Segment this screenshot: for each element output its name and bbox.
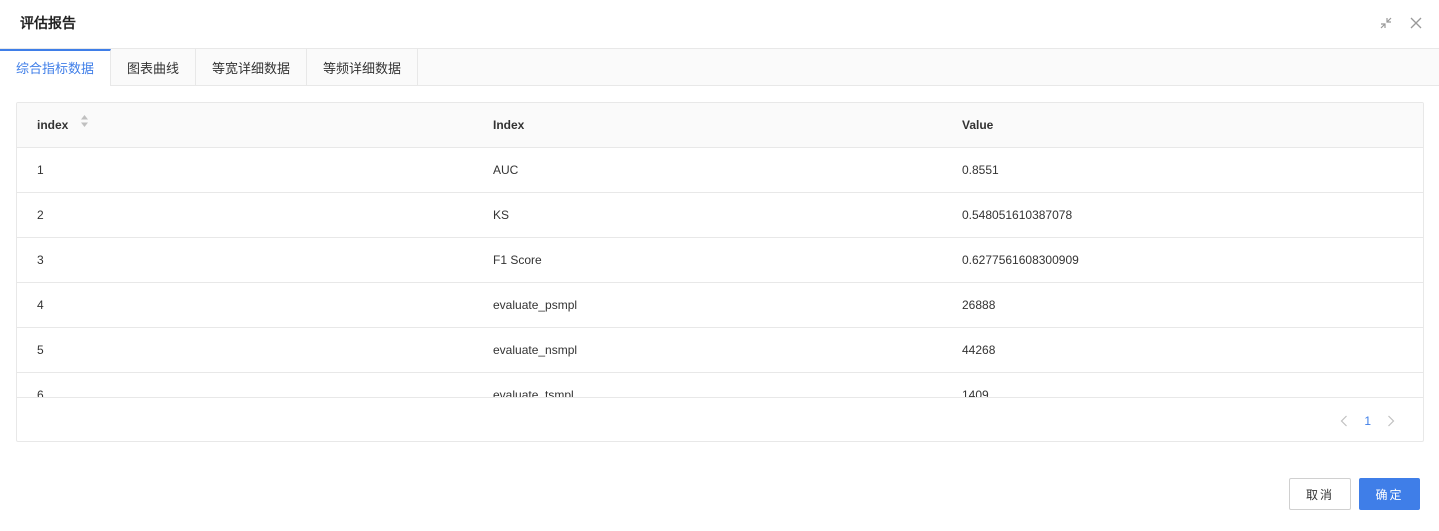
column-header-value: Value (962, 118, 994, 132)
cell-value: 44268 (962, 343, 996, 357)
cell-index: 4 (37, 298, 44, 312)
table-header: index Index Value (17, 103, 1423, 148)
cell-name: evaluate_nsmpl (493, 343, 578, 357)
cell-index: 6 (37, 388, 44, 398)
page-number[interactable]: 1 (1364, 414, 1371, 428)
column-header-label: index (37, 118, 69, 132)
tab-equal-width-details[interactable]: 等宽详细数据 (196, 49, 308, 85)
cell-index: 1 (37, 163, 44, 177)
prev-page-button[interactable] (1338, 414, 1350, 428)
cell-value: 1409 (962, 388, 989, 398)
column-header-index[interactable]: index (37, 103, 89, 148)
cell-name: F1 Score (493, 253, 542, 267)
table-row: 2 KS 0.548051610387078 (17, 193, 1423, 238)
close-icon[interactable] (1408, 15, 1424, 31)
cell-name: evaluate_psmpl (493, 298, 578, 312)
cell-index: 3 (37, 253, 44, 267)
cell-index: 5 (37, 343, 44, 357)
table-row: 1 AUC 0.8551 (17, 148, 1423, 193)
cell-value: 0.6277561608300909 (962, 253, 1079, 267)
table-row: 4 evaluate_psmpl 26888 (17, 283, 1423, 328)
metrics-table: index Index Value 1 AUC 0.8551 2 KS 0.54… (16, 102, 1424, 442)
sort-icon[interactable] (80, 103, 89, 147)
tab-equal-frequency-details[interactable]: 等频详细数据 (307, 49, 419, 85)
cell-name: evaluate_tsmpl (493, 388, 574, 398)
table-row: 3 F1 Score 0.6277561608300909 (17, 238, 1423, 283)
tab-overall-metrics[interactable]: 综合指标数据 (0, 49, 112, 86)
next-page-button[interactable] (1385, 414, 1397, 428)
cancel-button[interactable]: 取消 (1289, 478, 1351, 510)
pagination: 1 (1338, 414, 1397, 428)
tab-bar: 综合指标数据 图表曲线 等宽详细数据 等频详细数据 (0, 49, 1439, 86)
cell-value: 0.8551 (962, 163, 999, 177)
dialog-header: 评估报告 (0, 0, 1439, 49)
chevron-left-icon (1340, 415, 1348, 427)
cell-name: KS (493, 208, 510, 222)
table-row: 6 evaluate_tsmpl 1409 (17, 373, 1423, 398)
cell-index: 2 (37, 208, 44, 222)
column-header-name: Index (493, 118, 525, 132)
dialog-title: 评估报告 (20, 15, 76, 31)
cell-value: 0.548051610387078 (962, 208, 1073, 222)
cell-value: 26888 (962, 298, 996, 312)
table-body[interactable]: 1 AUC 0.8551 2 KS 0.548051610387078 3 F1… (17, 148, 1423, 398)
confirm-button[interactable]: 确定 (1359, 478, 1420, 510)
cell-name: AUC (493, 163, 519, 177)
table-row: 5 evaluate_nsmpl 44268 (17, 328, 1423, 373)
shrink-icon[interactable] (1378, 15, 1394, 31)
tab-chart-curves[interactable]: 图表曲线 (111, 49, 197, 85)
chevron-right-icon (1388, 415, 1395, 427)
